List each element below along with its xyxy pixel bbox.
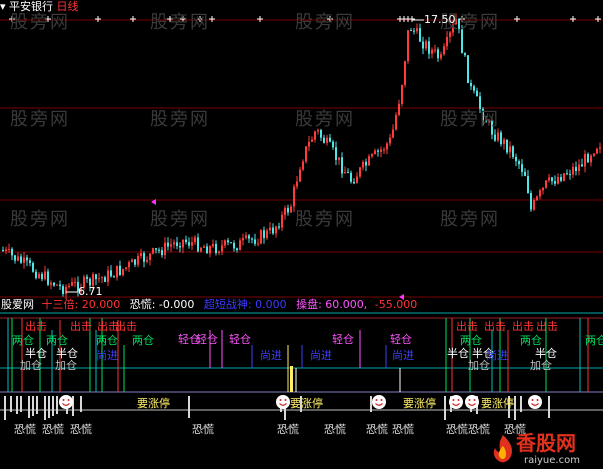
signal-konghuang: 恐慌 bbox=[277, 423, 299, 436]
watermark: 股旁网 bbox=[295, 209, 355, 230]
chart-window[interactable]: 股旁网 股旁网 股旁网 股旁网 股旁网 股旁网 股旁网 股旁网 股旁网 股旁网 … bbox=[0, 0, 603, 469]
indicator-name[interactable]: 股爱网 bbox=[1, 298, 34, 311]
signal-chuji: 出击 bbox=[70, 320, 92, 333]
watermark: 股旁网 bbox=[10, 209, 70, 230]
signal-qingcang: 轻仓 bbox=[332, 333, 354, 346]
low-price-value: 6.71 bbox=[78, 285, 103, 298]
watermark: 股旁网 bbox=[440, 209, 500, 230]
signal-chuji: 出击 bbox=[536, 320, 558, 333]
high-price-label: 17.50 bbox=[424, 14, 456, 26]
signal-liangcang: 两仓 bbox=[12, 334, 34, 347]
watermark: 股旁网 bbox=[295, 109, 355, 130]
signal-qingcang: 轻仓 bbox=[196, 333, 218, 346]
flame-logo-icon bbox=[493, 435, 513, 463]
signal-konghuang: 恐慌 bbox=[324, 423, 346, 436]
signal-liangcang: 两仓 bbox=[46, 334, 68, 347]
watermark: 股旁网 bbox=[150, 12, 210, 33]
watermark: 股旁网 bbox=[150, 109, 210, 130]
watermark: 股旁网 bbox=[10, 109, 70, 130]
chevron-down-icon[interactable]: ▾ bbox=[0, 0, 6, 13]
signal-jiacang: 加仓 bbox=[530, 359, 552, 372]
signal-chuji: 出击 bbox=[512, 320, 534, 333]
signal-liangcang: 两仓 bbox=[460, 334, 482, 347]
header: ▾ 平安银行 日线 bbox=[0, 1, 79, 13]
signal-konghuang: 恐慌 bbox=[446, 423, 468, 436]
signal-zhangting: 要涨停 bbox=[290, 397, 323, 410]
signal-chuji: 出击 bbox=[115, 320, 137, 333]
signal-konghuang: 恐慌 bbox=[70, 423, 92, 436]
low-price-label: 6.71 bbox=[78, 286, 103, 298]
indicator-bar: 股爱网 十三倍: 20.000 恐慌: -0.000 超短战神: 0.000 操… bbox=[1, 299, 417, 311]
signal-chuji: 出击 bbox=[456, 320, 478, 333]
signal-shangjin: 尚进 bbox=[96, 349, 118, 362]
signal-konghuang: 恐慌 bbox=[192, 423, 214, 436]
signal-shangjin: 尚进 bbox=[310, 349, 332, 362]
watermark: 股旁网 bbox=[150, 209, 210, 230]
indicator-item: 操盘: 60.000, bbox=[296, 298, 368, 311]
signal-jiacang: 加仓 bbox=[20, 359, 42, 372]
signal-zhangting: 要涨停 bbox=[481, 397, 514, 410]
signal-zhangting: 要涨停 bbox=[137, 397, 170, 410]
signal-qingcang: 轻仓 bbox=[390, 333, 412, 346]
watermark: 股旁网 bbox=[440, 109, 500, 130]
signal-liangcang: 两仓 bbox=[585, 334, 603, 347]
logo-url: raiyue.com bbox=[524, 455, 580, 466]
stock-name[interactable]: 平安银行 bbox=[9, 0, 53, 13]
signal-shangjin: 尚进 bbox=[260, 349, 282, 362]
signal-konghuang: 恐慌 bbox=[366, 423, 388, 436]
signal-qingcang: 轻仓 bbox=[229, 333, 251, 346]
logo-text: 香股网 bbox=[516, 431, 576, 455]
signal-konghuang: 恐慌 bbox=[468, 423, 490, 436]
signal-liangcang: 两仓 bbox=[96, 334, 118, 347]
signal-zhangting: 要涨停 bbox=[403, 397, 436, 410]
signal-chuji: 出击 bbox=[484, 320, 506, 333]
signal-konghuang: 恐慌 bbox=[14, 423, 36, 436]
signal-jiacang: 加仓 bbox=[55, 359, 77, 372]
indicator-item: 十三倍: 20.000 bbox=[41, 298, 121, 311]
signal-jiacang: 加仓 bbox=[468, 359, 490, 372]
watermark: 股旁网 bbox=[295, 12, 355, 33]
signal-shangjin: 尚进 bbox=[392, 349, 414, 362]
signal-banchang: 半仓 bbox=[447, 347, 469, 360]
signal-konghuang: 恐慌 bbox=[392, 423, 414, 436]
signal-liangcang: 两仓 bbox=[520, 334, 542, 347]
indicator-item: 超短战神: 0.000 bbox=[203, 298, 287, 311]
signal-liangcang: 两仓 bbox=[132, 334, 154, 347]
site-logo: 香股网 raiyue.com bbox=[490, 432, 602, 468]
signal-konghuang: 恐慌 bbox=[42, 423, 64, 436]
candles bbox=[2, 13, 601, 300]
signal-chuji: 出击 bbox=[25, 320, 47, 333]
indicator-item: 恐慌: -0.000 bbox=[129, 298, 195, 311]
indicator-item: -55.000 bbox=[374, 298, 418, 311]
period-label[interactable]: 日线 bbox=[57, 0, 79, 13]
high-price-value: 17.50 bbox=[424, 13, 456, 26]
